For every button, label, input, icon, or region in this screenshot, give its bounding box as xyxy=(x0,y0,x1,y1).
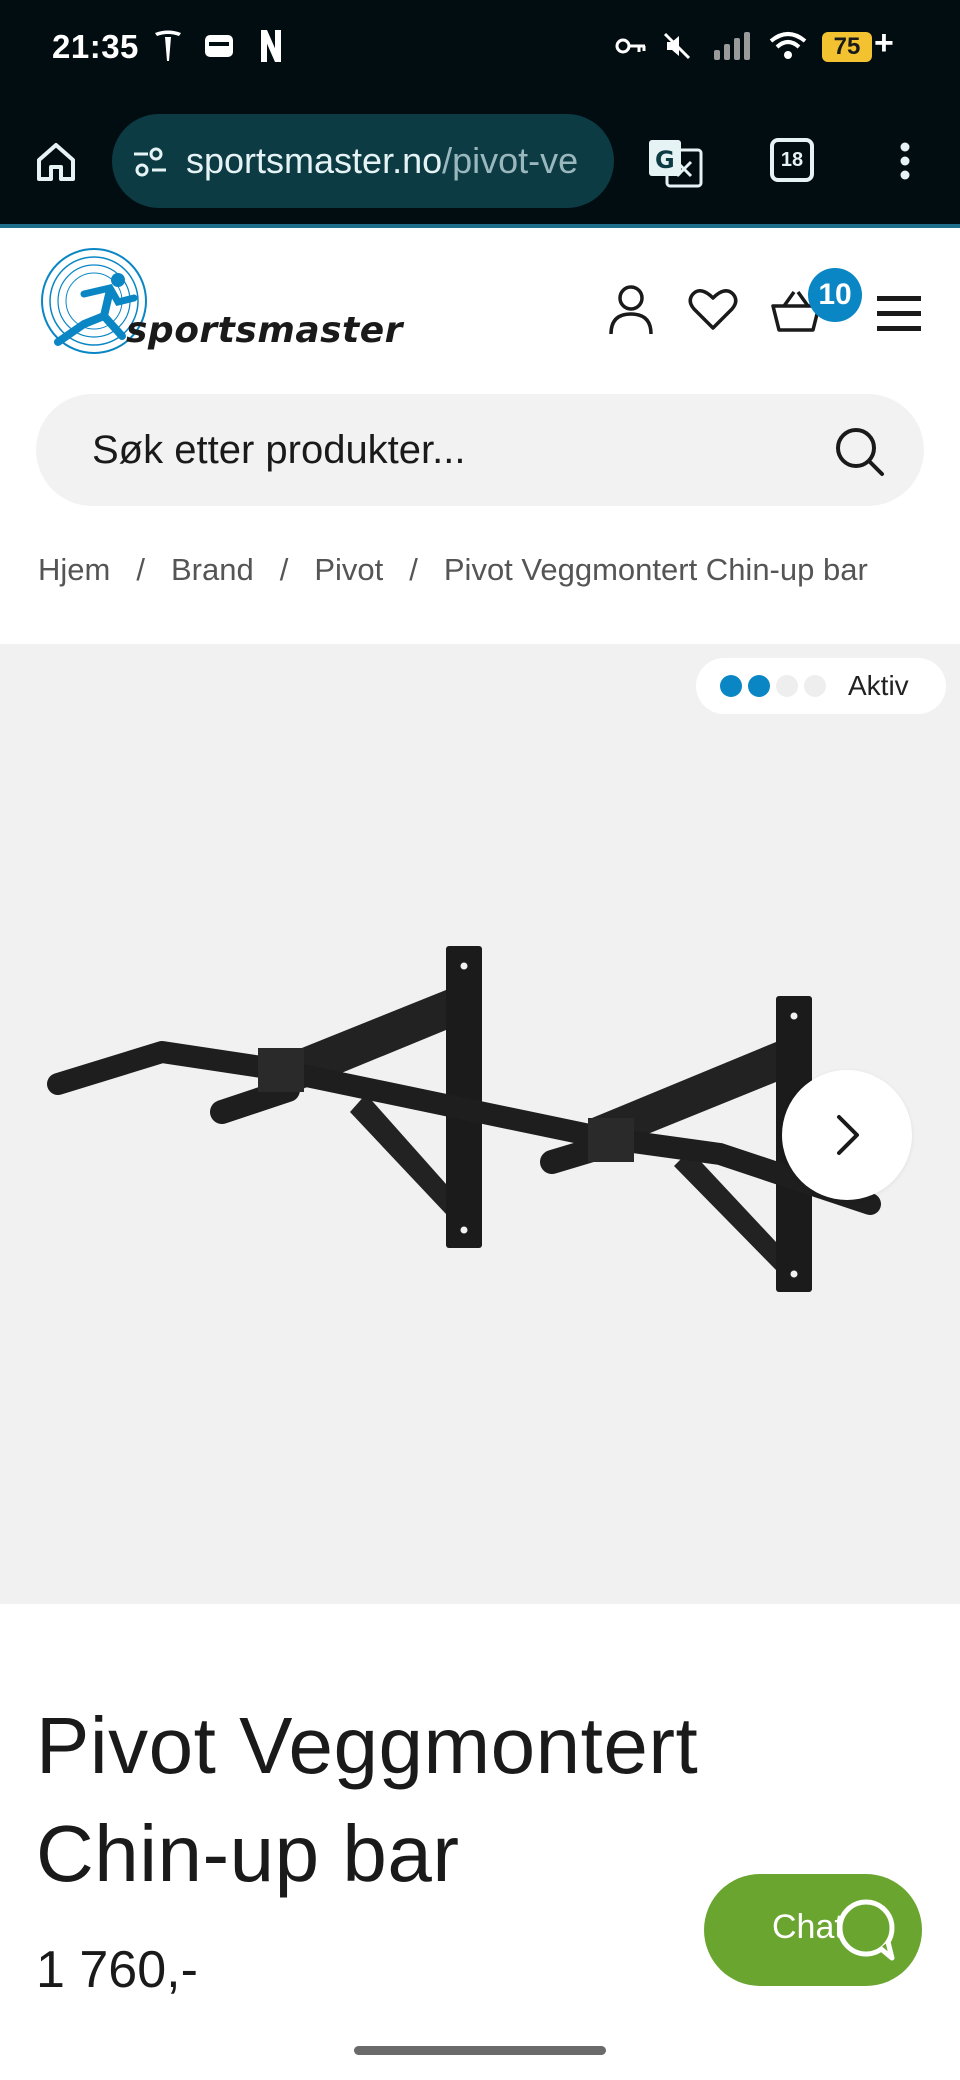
vpn-key-icon xyxy=(614,28,648,64)
charging-indicator: + xyxy=(874,24,894,62)
search-bar xyxy=(36,394,924,506)
breadcrumb-item-current: Pivot Veggmontert Chin-up bar xyxy=(443,552,868,587)
breadcrumb-item-hjem[interactable]: Hjem xyxy=(38,552,110,588)
more-menu-icon[interactable] xyxy=(890,136,920,186)
tabs-icon[interactable]: 18 xyxy=(770,138,814,182)
sportsmaster-logo[interactable]: sportsmaster xyxy=(34,246,402,356)
product-title: Pivot Veggmontert Chin-up bar xyxy=(36,1692,796,1908)
account-icon[interactable] xyxy=(604,282,658,338)
wifi-icon xyxy=(768,28,808,64)
address-bar[interactable]: sportsmaster.no/pivot-ve xyxy=(112,114,614,208)
browser-toolbar: sportsmaster.no/pivot-ve G 18 xyxy=(0,100,960,228)
stock-status-label: Aktiv xyxy=(848,670,909,701)
stock-dot-empty xyxy=(776,675,798,697)
breadcrumb-item-brand[interactable]: Brand xyxy=(171,552,254,588)
search-icon[interactable] xyxy=(832,424,888,485)
chat-bubble-icon xyxy=(837,1899,895,1961)
home-indicator[interactable] xyxy=(354,2046,606,2055)
logo-wordmark: sportsmaster xyxy=(126,310,403,351)
chat-button[interactable]: Chat xyxy=(704,1874,922,1986)
stock-dot-filled xyxy=(720,675,742,697)
svg-text:G: G xyxy=(655,146,675,174)
url-text[interactable]: sportsmaster.no/pivot-ve xyxy=(186,140,578,182)
breadcrumb: Hjem / Brand / Pivot / Pivot Veggmontert… xyxy=(38,552,868,588)
stock-dot-empty xyxy=(804,675,826,697)
signal-icon xyxy=(710,28,756,64)
breadcrumb-item-pivot[interactable]: Pivot xyxy=(314,552,383,588)
breadcrumb-separator: / xyxy=(136,552,145,587)
home-icon[interactable] xyxy=(30,136,82,188)
search-input[interactable] xyxy=(92,418,812,482)
product-price: 1 760,- xyxy=(36,1941,198,1999)
status-bar: 21:35 75 + xyxy=(0,0,960,100)
product-title-line1: Pivot Veggmontert xyxy=(36,1701,699,1790)
site-settings-icon[interactable] xyxy=(130,142,170,182)
breadcrumb-separator: / xyxy=(279,552,289,587)
translate-icon[interactable]: G xyxy=(646,136,704,190)
tabs-count: 18 xyxy=(780,148,804,171)
chevron-right-icon xyxy=(837,1115,859,1155)
gallery-next-button[interactable] xyxy=(782,1070,912,1200)
product-title-line2: Chin-up bar xyxy=(36,1809,460,1898)
menu-hamburger-icon[interactable] xyxy=(874,292,924,336)
tesla-icon xyxy=(150,28,186,64)
status-time: 21:35 xyxy=(52,28,139,65)
stock-status-badge: Aktiv xyxy=(696,658,946,714)
breadcrumb-separator: / xyxy=(409,552,418,587)
cart-count-badge: 10 xyxy=(808,268,862,322)
wishlist-heart-icon[interactable] xyxy=(686,284,740,334)
battery-indicator: 75 xyxy=(822,32,872,62)
mute-icon xyxy=(660,28,694,64)
stock-dot-filled xyxy=(748,675,770,697)
wallet-icon xyxy=(202,28,236,64)
netflix-icon xyxy=(256,28,286,64)
